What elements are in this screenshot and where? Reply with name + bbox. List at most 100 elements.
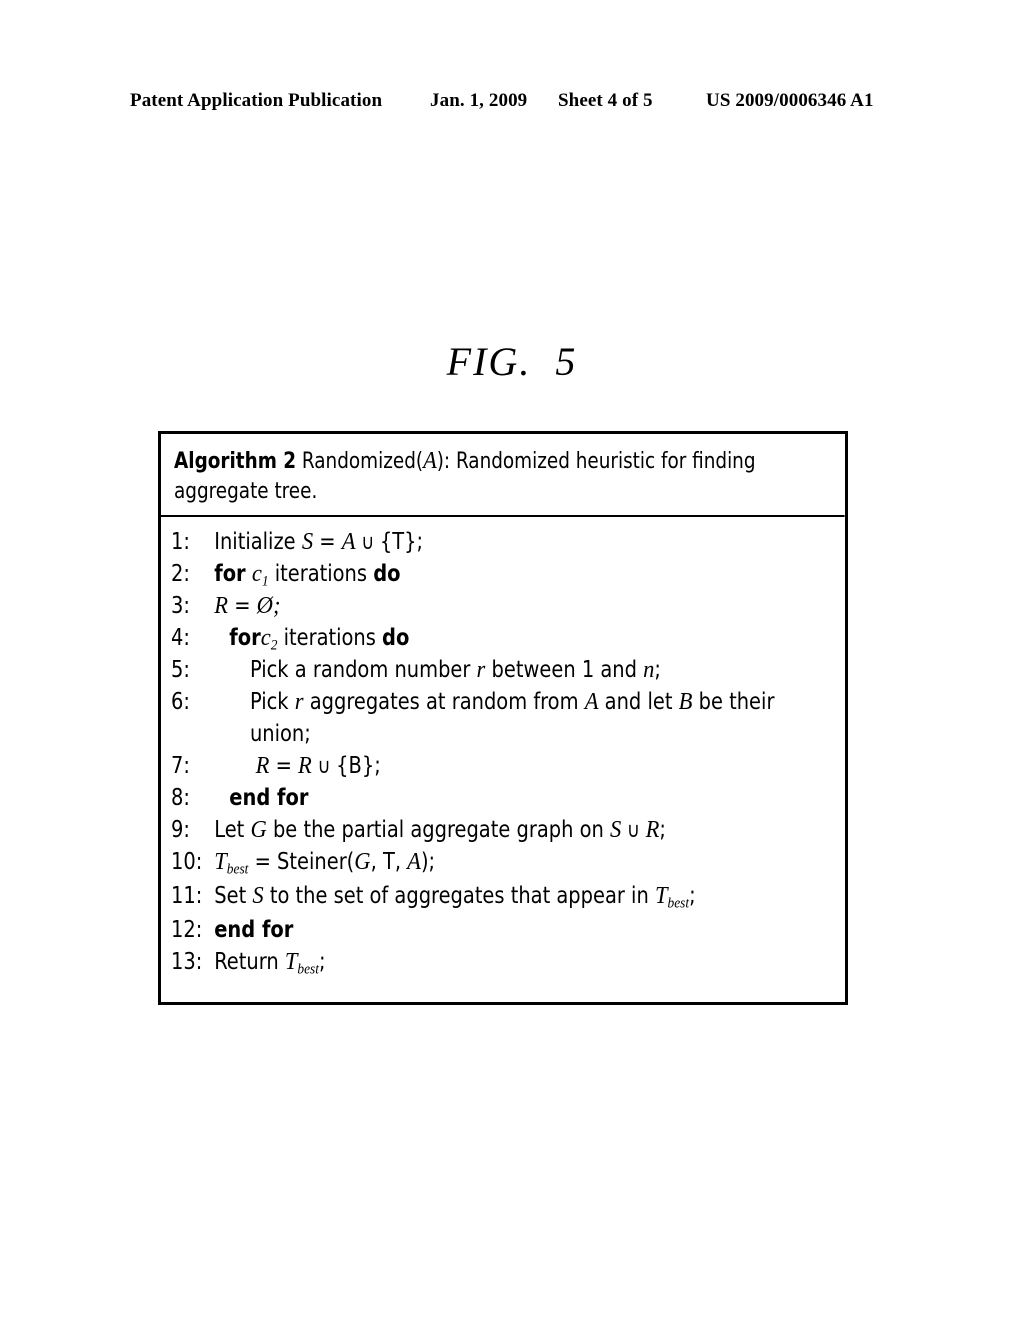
line-code: for c1 iterations do xyxy=(214,561,400,591)
token-S: S xyxy=(252,883,264,909)
algorithm-line: 2: for c1 iterations do xyxy=(171,561,835,593)
token-for: for xyxy=(229,625,261,651)
line-number: 11: xyxy=(171,883,203,909)
algorithm-line: 6: Pick r aggregates at random from A an… xyxy=(171,689,835,721)
token-between: between 1 and xyxy=(485,657,644,683)
line-number: 7: xyxy=(171,753,190,779)
token-pick: Pick xyxy=(249,689,295,715)
line-code: Return Tbest; xyxy=(214,949,325,979)
line-code: end for xyxy=(214,917,294,943)
algorithm-line: 4: forc2 iterations do xyxy=(171,625,835,657)
token-iterations: iterations xyxy=(277,625,383,651)
algorithm-line: 3: R = Ø; xyxy=(171,593,835,625)
line-code: Tbest = Steiner(G, T, A); xyxy=(214,849,435,879)
token-sub-1: 1 xyxy=(261,573,269,590)
token-semicolon: ; xyxy=(659,817,666,843)
algorithm-line-continuation: union; xyxy=(171,721,835,753)
token-and-let: and let xyxy=(598,689,679,715)
line-code: R = Ø; xyxy=(214,593,280,620)
token-sub-best: best xyxy=(226,861,249,878)
algorithm-caption: Algorithm 2 Randomized(A): Randomized he… xyxy=(161,434,845,517)
token-c: c xyxy=(260,625,271,651)
algorithm-line: 11: Set S to the set of aggregates that … xyxy=(171,883,835,917)
token-brace-T: {T}; xyxy=(379,529,424,555)
token-T: T xyxy=(654,883,668,909)
token-initialize: Initialize xyxy=(214,529,296,555)
line-code: Set S to the set of aggregates that appe… xyxy=(214,883,695,913)
token-partial-graph: be the partial aggregate graph on xyxy=(266,817,611,843)
token-A: A xyxy=(341,529,356,555)
token-do: do xyxy=(373,561,401,587)
token-S: S xyxy=(610,817,622,843)
line-number: 4: xyxy=(171,625,190,651)
line-number: 12: xyxy=(171,917,203,943)
token-T: T xyxy=(284,949,298,975)
token-iterations: iterations xyxy=(268,561,374,587)
token-sub-best: best xyxy=(667,895,690,912)
line-number: 1: xyxy=(171,529,190,555)
token-T: T xyxy=(214,849,227,875)
algorithm-line: 5: Pick a random number r between 1 and … xyxy=(171,657,835,689)
token-n: n xyxy=(643,657,655,683)
header-patent-number: US 2009/0006346 A1 xyxy=(706,90,874,111)
line-number: 13: xyxy=(171,949,203,975)
token-for: for xyxy=(214,561,246,587)
token-r: r xyxy=(294,689,304,715)
algorithm-line: 8: end for xyxy=(171,785,835,817)
token-eq: = xyxy=(313,529,342,555)
algorithm-caption-keyword: Algorithm 2 xyxy=(174,449,297,474)
token-union-op: ∪ xyxy=(621,818,646,842)
token-do: do xyxy=(382,625,410,651)
line-code: R = R ∪ {B}; xyxy=(214,753,381,780)
token-c: c xyxy=(251,561,262,587)
token-semicolon: ; xyxy=(654,657,661,683)
line-code: Initialize S = A ∪ {T}; xyxy=(214,529,423,556)
line-number: 6: xyxy=(171,689,190,715)
algorithm-body: 1: Initialize S = A ∪ {T}; 2: for c1 ite… xyxy=(161,517,845,993)
algorithm-line: 1: Initialize S = A ∪ {T}; xyxy=(171,529,835,561)
token-be-their: be their xyxy=(692,689,775,715)
line-code: Let G be the partial aggregate graph on … xyxy=(214,817,666,844)
token-union-op: ∪ xyxy=(355,530,380,554)
token-comma-T: , T, xyxy=(370,849,408,875)
line-number: 10: xyxy=(171,849,203,875)
token-set: Set xyxy=(214,883,253,909)
token-union-word: union; xyxy=(249,721,311,747)
token-R: R xyxy=(298,753,312,779)
token-return: Return xyxy=(214,949,285,975)
line-number: 3: xyxy=(171,593,190,619)
token-S: S xyxy=(301,529,314,555)
line-code: end for xyxy=(229,785,309,811)
line-code: union; xyxy=(214,721,311,747)
caption-var-A: A xyxy=(423,448,437,474)
token-eq-steiner: = Steiner( xyxy=(248,849,355,875)
line-number: 8: xyxy=(171,785,190,811)
algorithm-line: 12: end for xyxy=(171,917,835,949)
token-eq: = xyxy=(269,753,299,779)
line-code: forc2 iterations do xyxy=(214,625,409,655)
token-close-paren: ); xyxy=(420,849,436,875)
line-number: 5: xyxy=(171,657,190,683)
token-R: R xyxy=(255,753,270,779)
algorithm-line: 10: Tbest = Steiner(G, T, A); xyxy=(171,849,835,883)
line-code: Pick a random number r between 1 and n; xyxy=(214,657,661,684)
line-code: Pick r aggregates at random from A and l… xyxy=(214,689,774,716)
token-sub-best: best xyxy=(297,961,319,978)
token-brace-B: {B}; xyxy=(336,753,381,779)
line-number: 2: xyxy=(171,561,190,587)
algorithm-line: 7: R = R ∪ {B}; xyxy=(171,753,835,785)
header-publication-label: Patent Application Publication xyxy=(130,90,383,111)
token-G: G xyxy=(354,849,371,875)
header-sheet-label: Sheet 4 of 5 xyxy=(558,90,653,111)
page-running-header: Patent Application Publication Jan. 1, 2… xyxy=(130,88,894,114)
token-semicolon: ; xyxy=(689,883,696,909)
line-number: 9: xyxy=(171,817,190,843)
token-R: R xyxy=(645,817,660,843)
algorithm-line: 13: Return Tbest; xyxy=(171,949,835,983)
token-A: A xyxy=(407,849,421,875)
token-let: Let xyxy=(214,817,251,843)
token-eq: = xyxy=(228,593,257,619)
token-to-the-set: to the set of aggregates that appear in xyxy=(263,883,655,909)
token-R: R xyxy=(214,593,229,619)
token-aggregates-from: aggregates at random from xyxy=(303,689,585,715)
